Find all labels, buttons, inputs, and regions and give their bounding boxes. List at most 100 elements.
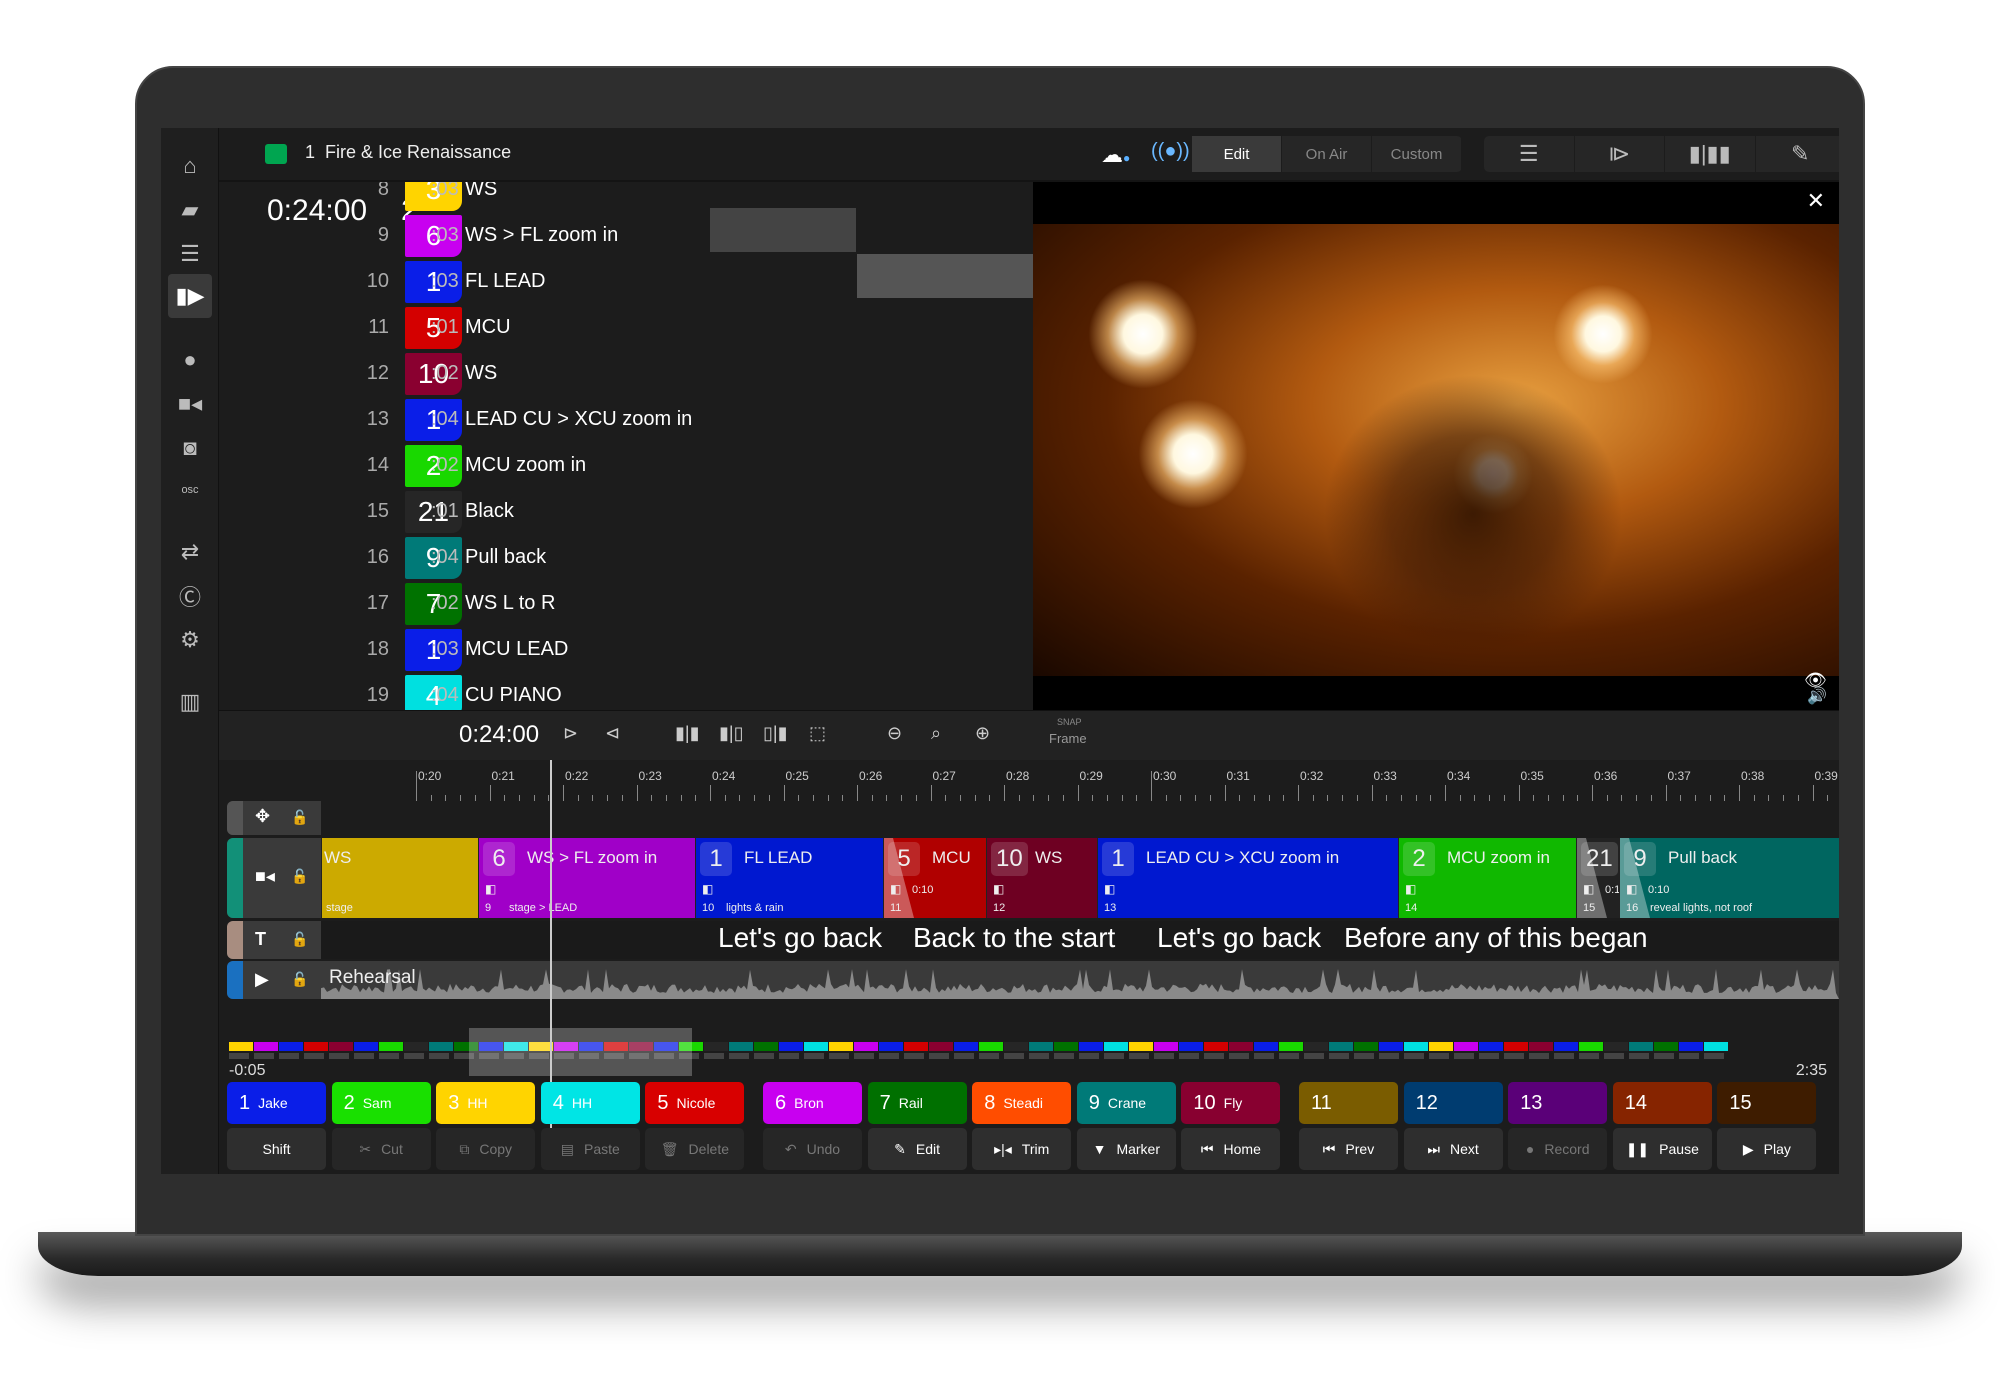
camera-button[interactable]: 8 Steadi bbox=[972, 1082, 1072, 1124]
play-button[interactable]: ▶ Play bbox=[1717, 1128, 1817, 1170]
split-right-icon[interactable]: ▯|▮ bbox=[763, 723, 788, 744]
project-title[interactable]: 1 Fire & Ice Renaissance bbox=[305, 142, 511, 163]
time-ruler[interactable]: 0:20 0:21 0:22 0:23 0:24 0:25 0:26 0:27 0:28 0:29… bbox=[219, 761, 1839, 801]
camera-button[interactable]: 7 Rail bbox=[867, 1082, 967, 1124]
broadcast-icon[interactable]: ((●)) bbox=[1151, 140, 1190, 163]
camera-button[interactable]: 3 HH bbox=[436, 1082, 536, 1124]
cue-row[interactable]: 14 2:02 MCU zoom in bbox=[321, 445, 1041, 487]
record-button[interactable]: ● Record bbox=[1508, 1128, 1608, 1170]
split-left-icon[interactable]: ▮|▯ bbox=[719, 723, 744, 744]
select-icon[interactable]: ⬚ bbox=[809, 723, 826, 744]
trim-button[interactable]: ▸|◂ Trim bbox=[972, 1128, 1072, 1170]
cue-row[interactable]: 12 10:02 WS bbox=[321, 353, 1041, 395]
camera-button[interactable]: 15 bbox=[1717, 1082, 1817, 1124]
next-button[interactable]: ⏭ Next bbox=[1403, 1128, 1503, 1170]
person-icon[interactable]: ● bbox=[168, 338, 212, 382]
cue-row[interactable]: 16 9:04 Pull back bbox=[321, 537, 1041, 579]
timeline-clip[interactable]: 10 WS ◧ 12 bbox=[986, 838, 1097, 918]
mode-custom[interactable]: Custom bbox=[1372, 136, 1462, 172]
camera-button[interactable]: 12 bbox=[1403, 1082, 1503, 1124]
timeline-clip[interactable]: 1 FL LEAD ◧ 10 lights & rain bbox=[695, 838, 883, 918]
cue-row[interactable]: 11 5:01 MCU bbox=[321, 307, 1041, 349]
camera-button[interactable]: 4 HH bbox=[540, 1082, 640, 1124]
camera-button[interactable]: 13 bbox=[1508, 1082, 1608, 1124]
camera-button[interactable]: 10 Fly bbox=[1181, 1082, 1281, 1124]
gear-icon[interactable]: ⚙ bbox=[168, 618, 212, 662]
camera-button[interactable]: 1 Jake bbox=[227, 1082, 326, 1124]
camera-button[interactable]: 11 bbox=[1299, 1082, 1398, 1124]
lyric-caption[interactable]: Back to the start bbox=[913, 922, 1115, 954]
zoom-in-icon[interactable]: ⊕ bbox=[975, 723, 990, 744]
list-icon[interactable]: ☰ bbox=[168, 232, 212, 276]
cue-row[interactable]: 17 7:02 WS L to R bbox=[321, 583, 1041, 625]
move-icon[interactable]: ✥ bbox=[255, 806, 270, 827]
edit-button[interactable]: ✎ Edit bbox=[867, 1128, 967, 1170]
volume-icon[interactable]: 🔊 bbox=[1807, 686, 1827, 706]
player-view-icon[interactable]: ⧐ bbox=[1575, 136, 1665, 172]
mark-in-icon[interactable]: ⊳ bbox=[563, 723, 578, 744]
cue-row[interactable]: 13 1:04 LEAD CU > XCU zoom in bbox=[321, 399, 1041, 441]
copy-button[interactable]: ⧉ Copy bbox=[436, 1128, 536, 1170]
timeline-clip[interactable]: 1 LEAD CU > XCU zoom in ◧ 13 bbox=[1097, 838, 1398, 918]
camera-button[interactable]: 6 Bron bbox=[763, 1082, 862, 1124]
shift-button[interactable]: Shift bbox=[227, 1128, 326, 1170]
overview-segment bbox=[1704, 1042, 1728, 1051]
clip-transition-icon: ◧ bbox=[485, 882, 497, 896]
camera-button[interactable]: 9 Crane bbox=[1076, 1082, 1176, 1124]
overview-viewport[interactable] bbox=[469, 1028, 692, 1076]
lock-icon[interactable]: 🔓 bbox=[291, 931, 308, 948]
cue-row[interactable]: 15 21:01 Black bbox=[321, 491, 1041, 533]
overview-bar[interactable]: -0:05 2:35 bbox=[219, 1020, 1839, 1080]
cue-row[interactable]: 8 3:03 WS bbox=[321, 182, 1041, 211]
cut-button[interactable]: ✂ Cut bbox=[331, 1128, 431, 1170]
lyric-caption[interactable]: Let's go back bbox=[1157, 922, 1321, 954]
cue-row[interactable]: 18 1:03 MCU LEAD bbox=[321, 629, 1041, 671]
lock-icon[interactable]: 🔓 bbox=[291, 971, 308, 988]
cue-row[interactable]: 9 6:03 WS > FL zoom in bbox=[321, 215, 1041, 257]
cue-icon[interactable]: ◙ bbox=[168, 426, 212, 470]
cue-row[interactable]: 19 4:04 CU PIANO bbox=[321, 675, 1041, 710]
lyric-caption[interactable]: Let's go back bbox=[718, 922, 882, 954]
delete-button[interactable]: 🗑 Delete bbox=[645, 1128, 745, 1170]
camera-button[interactable]: 14 bbox=[1612, 1082, 1712, 1124]
home-icon[interactable]: ⌂ bbox=[168, 144, 212, 188]
timeline-clip[interactable]: 5 MCU ◧ 0:10 11 bbox=[883, 838, 986, 918]
camera-button[interactable]: 5 Nicole bbox=[645, 1082, 745, 1124]
timeline-clip[interactable]: 21 ◧ 0:1 15 bbox=[1576, 838, 1619, 918]
timeline-clip[interactable]: 9 Pull back ◧ 0:10 16 reveal lights, not roof bbox=[1619, 838, 1839, 918]
list-view-icon[interactable]: ☰ bbox=[1484, 136, 1575, 172]
book-icon[interactable]: ▥ bbox=[168, 680, 212, 724]
split-icon[interactable]: ▮|▮ bbox=[675, 723, 700, 744]
swap-icon[interactable]: ⇄ bbox=[168, 530, 212, 574]
mode-edit[interactable]: Edit bbox=[1192, 136, 1282, 172]
timeline-play-icon[interactable]: ▮▶ bbox=[168, 274, 212, 318]
close-icon[interactable]: ✕ bbox=[1807, 188, 1825, 214]
snap-mode[interactable]: Frame bbox=[1049, 731, 1087, 746]
pause-button[interactable]: ❚❚ Pause bbox=[1612, 1128, 1712, 1170]
zoom-fit-icon[interactable]: ⌕ bbox=[931, 723, 941, 744]
c-box-icon[interactable]: Ⓒ bbox=[168, 574, 212, 618]
paste-button[interactable]: ▤ Paste bbox=[540, 1128, 640, 1170]
edit-view-icon[interactable]: ✎ bbox=[1756, 136, 1840, 172]
undo-button[interactable]: ↶ Undo bbox=[763, 1128, 862, 1170]
folder-icon[interactable]: ▰ bbox=[168, 188, 212, 232]
prev-button[interactable]: ⏮ Prev bbox=[1299, 1128, 1398, 1170]
timeline-clip[interactable]: 6 WS > FL zoom in ◧ 9 stage > LEAD bbox=[478, 838, 695, 918]
camera-button[interactable]: 2 Sam bbox=[331, 1082, 431, 1124]
audio-track[interactable]: Rehearsal bbox=[321, 961, 1839, 999]
timeline-clip[interactable]: WS stage bbox=[321, 838, 478, 918]
home-button[interactable]: ⏮ Home bbox=[1181, 1128, 1281, 1170]
camera-icon[interactable]: ■◂ bbox=[168, 382, 212, 426]
osc-icon[interactable]: osc bbox=[168, 468, 212, 512]
zoom-out-icon[interactable]: ⊖ bbox=[887, 723, 902, 744]
marker-button[interactable]: ▼ Marker bbox=[1076, 1128, 1176, 1170]
lock-icon[interactable]: 🔓 bbox=[291, 868, 308, 885]
mark-out-icon[interactable]: ⊲ bbox=[605, 723, 620, 744]
lyric-caption[interactable]: Before any of this began bbox=[1344, 922, 1648, 954]
mode-on-air[interactable]: On Air bbox=[1282, 136, 1372, 172]
cloud-sync-icon[interactable]: ☁● bbox=[1101, 142, 1130, 168]
lock-icon[interactable]: 🔓 bbox=[291, 809, 308, 826]
cue-row[interactable]: 10 1:03 FL LEAD bbox=[321, 261, 1041, 303]
timeline-view-icon[interactable]: ▮|▮▮ bbox=[1665, 136, 1756, 172]
timeline-clip[interactable]: 2 MCU zoom in ◧ 14 bbox=[1398, 838, 1576, 918]
